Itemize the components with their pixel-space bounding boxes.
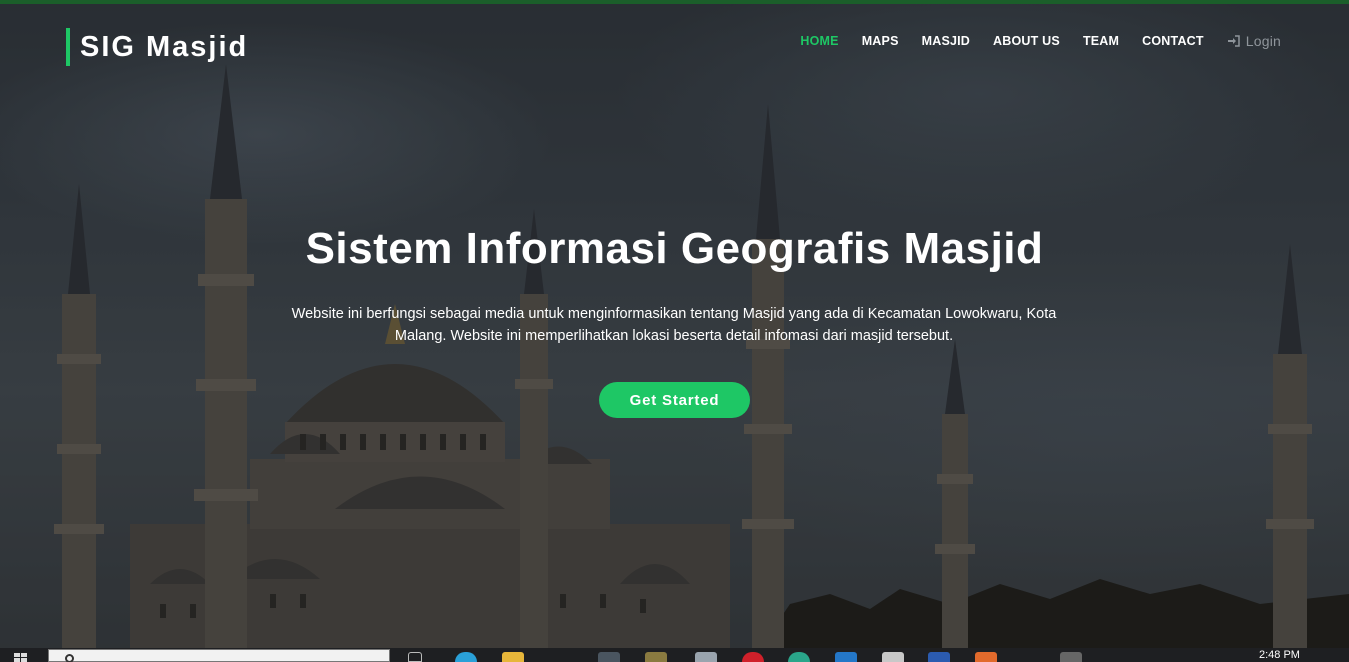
sign-in-icon [1227,35,1240,47]
get-started-button[interactable]: Get Started [599,382,750,418]
opera-icon[interactable] [742,652,764,662]
word-icon[interactable] [928,652,950,662]
windows-start-icon[interactable] [14,653,28,662]
search-icon [65,654,74,662]
site-logo-text: SIG Masjid [80,30,249,63]
nav-item-about-us[interactable]: ABOUT US [993,34,1060,48]
store-icon[interactable] [598,652,620,662]
chrome-icon[interactable] [788,652,810,662]
login-link[interactable]: Login [1227,33,1281,49]
edge-icon[interactable] [455,652,477,662]
nav-item-masjid[interactable]: MASJID [922,34,970,48]
nav-item-contact[interactable]: CONTACT [1142,34,1204,48]
taskbar-clock[interactable]: 2:48 PM [1259,649,1300,661]
task-view-icon[interactable] [408,652,422,662]
hero-description: Website ini berfungsi sebagai media untu… [291,306,1057,344]
app-icon[interactable] [882,652,904,662]
app-icon[interactable] [1060,652,1082,662]
app-icon[interactable] [975,652,997,662]
login-label: Login [1245,33,1281,49]
main-nav: HOME MAPS MASJID ABOUT US TEAM CONTACT L… [800,33,1281,49]
nav-item-team[interactable]: TEAM [1083,34,1119,48]
app-icon[interactable] [695,652,717,662]
nav-item-home[interactable]: HOME [800,34,838,48]
site-logo[interactable]: SIG Masjid [66,28,248,66]
pinned-app-icon[interactable] [645,652,667,662]
vscode-icon[interactable] [835,652,857,662]
taskbar-search-box[interactable] [48,649,390,662]
hero-title: Sistem Informasi Geografis Masjid [305,224,1044,273]
os-taskbar: 2:48 PM [0,648,1349,662]
file-explorer-icon[interactable] [502,652,524,662]
nav-item-maps[interactable]: MAPS [862,34,899,48]
